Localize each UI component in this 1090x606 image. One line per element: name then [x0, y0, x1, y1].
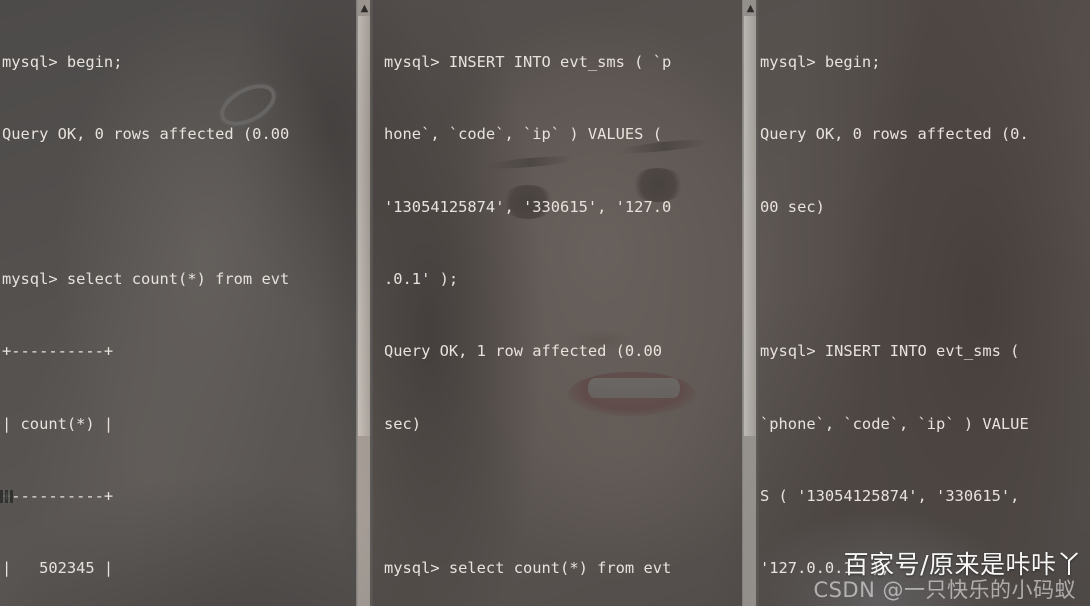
watermark-baijiahao: 百家号/原来是咔咔丫	[843, 550, 1082, 579]
terminal-line: 00 sec)	[760, 197, 825, 216]
terminal-session-left[interactable]: mysql> begin; Query OK, 0 rows affected …	[0, 0, 358, 606]
terminal-line: `phone`, `code`, `ip` ) VALUE	[760, 414, 1029, 433]
terminal-line: Query OK, 0 rows affected (0.00	[2, 125, 290, 144]
terminal-line-count-value: | 502345 |	[2, 559, 114, 578]
terminal-line: mysql> select count(*) from evt	[2, 270, 290, 289]
terminal-line: mysql> INSERT INTO evt_sms ( `p	[384, 53, 672, 72]
screenshot-root: mysql> begin; Query OK, 0 rows affected …	[0, 0, 1090, 606]
terminal-line: sec)	[384, 414, 422, 433]
terminal-line: Query OK, 1 row affected (0.00	[384, 342, 662, 361]
terminal-line: +----------+	[2, 486, 114, 505]
terminal-line: .0.1' );	[384, 270, 459, 289]
terminal-line: mysql> INSERT INTO evt_sms (	[760, 342, 1020, 361]
terminal-line: mysql> select count(*) from evt	[384, 559, 672, 578]
terminal-session-right[interactable]: mysql> begin; Query OK, 0 rows affected …	[756, 0, 1090, 606]
terminal-session-middle[interactable]: mysql> INSERT INTO evt_sms ( `p hone`, `…	[370, 0, 756, 606]
terminal-line: hone`, `code`, `ip` ) VALUES (	[384, 125, 662, 144]
terminal-line: Query OK, 0 rows affected (0.	[760, 125, 1029, 144]
edge-artifact	[0, 490, 13, 503]
terminal-line: mysql> begin;	[2, 53, 123, 72]
terminal-line: mysql> begin;	[760, 53, 881, 72]
watermark-csdn: CSDN @一只快乐的小码蚁	[813, 578, 1076, 602]
terminal-line: +----------+	[2, 342, 114, 361]
terminal-line: '13054125874', '330615', '127.0	[384, 197, 672, 216]
terminal-line: S ( '13054125874', '330615',	[760, 486, 1020, 505]
terminal-line: | count(*) |	[2, 414, 114, 433]
